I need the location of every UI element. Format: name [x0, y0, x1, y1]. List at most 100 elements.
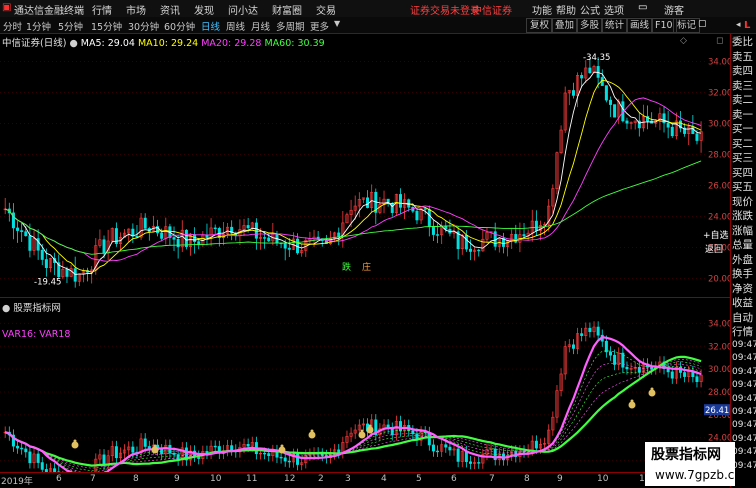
- window-controls-icon[interactable]: ▭: [638, 2, 647, 13]
- candle-body: [671, 127, 673, 136]
- guest-user[interactable]: 游客: [664, 2, 684, 17]
- draw-line-button[interactable]: 画线: [626, 18, 653, 33]
- tf-daily[interactable]: 日线: [201, 19, 220, 33]
- adjust-rights-button[interactable]: 复权: [526, 18, 553, 33]
- candle-body: [597, 327, 599, 335]
- candle-body: [230, 446, 232, 450]
- candle-body: [247, 225, 249, 227]
- tf-5min[interactable]: 5分钟: [58, 19, 83, 33]
- candle-body: [515, 234, 517, 242]
- candle-body: [20, 448, 22, 449]
- signal-label: 庄: [362, 261, 371, 273]
- x-tick-label: 9: [174, 474, 180, 484]
- panel-corner-label: L: [744, 20, 750, 31]
- diamond-icon[interactable]: ◇: [680, 36, 687, 46]
- tf-60min[interactable]: 60分钟: [164, 19, 195, 33]
- login-status[interactable]: 证券交易未登录: [410, 2, 480, 17]
- indicator-chart[interactable]: 34.0032.0030.0028.0026.0024.0022.0026.41: [0, 312, 730, 472]
- x-tick-label: 12: [284, 474, 295, 484]
- overlay-button[interactable]: 叠加: [551, 18, 578, 33]
- tf-weekly[interactable]: 周线: [226, 19, 245, 33]
- menu-help[interactable]: 帮助: [556, 2, 576, 17]
- candle-body: [457, 449, 459, 462]
- candle-body: [535, 221, 537, 231]
- price-chart[interactable]: 34.0032.0030.0028.0026.0024.0022.0020.00…: [0, 46, 730, 294]
- ma20-line: [5, 98, 701, 261]
- broker-name[interactable]: 中信证券: [472, 2, 512, 17]
- candle-body: [589, 328, 591, 332]
- self-select-button[interactable]: +自选: [703, 228, 729, 241]
- x-tick-label: 7: [90, 474, 96, 484]
- y-tick-label: 28.00: [708, 388, 730, 398]
- menu-market[interactable]: 市场: [126, 2, 146, 17]
- watermark-url: www.7gpzb.com: [655, 468, 753, 482]
- corner-square-icon[interactable]: ◻: [716, 36, 723, 46]
- x-tick-label: 8: [133, 474, 139, 484]
- multi-stock-button[interactable]: 多股: [576, 18, 603, 33]
- candle-body: [449, 447, 451, 450]
- menu-options[interactable]: 选项: [604, 2, 624, 17]
- tf-multi-period[interactable]: 多周期: [276, 19, 305, 33]
- expand-icon[interactable]: ▢: [698, 19, 707, 29]
- candle-body: [696, 377, 698, 382]
- candle-body: [132, 447, 134, 452]
- x-tick-label: 3: [345, 474, 351, 484]
- tf-more[interactable]: 更多: [310, 19, 329, 33]
- candle-body: [572, 90, 574, 95]
- quote-field-label: 委比: [732, 34, 756, 49]
- x-tick-label: 2019年: [1, 474, 33, 487]
- menu-quotes[interactable]: 行情: [92, 2, 112, 17]
- candle-body: [173, 453, 175, 454]
- x-tick-label: 8: [524, 474, 530, 484]
- candle-body: [580, 75, 582, 78]
- candle-body: [478, 462, 480, 463]
- x-tick-label: 7: [489, 474, 495, 484]
- candle-body: [160, 233, 162, 239]
- candle-body: [597, 66, 599, 77]
- menu-trade[interactable]: 交易: [316, 2, 336, 17]
- quote-field-label: 涨幅: [732, 223, 756, 238]
- candle-body: [436, 451, 438, 452]
- band-line: [5, 362, 701, 471]
- tf-1min[interactable]: 1分钟: [26, 19, 51, 33]
- tf-intraday[interactable]: 分时: [3, 19, 22, 33]
- candle-body: [613, 105, 615, 118]
- candle-body: [683, 372, 685, 376]
- signal-label: 跌: [342, 262, 351, 273]
- menu-bar: ▣ 通达信金融终端 行情 市场 资讯 发现 问小达 财富圈 交易 证券交易未登录…: [0, 0, 756, 18]
- mark-button[interactable]: 标记: [673, 18, 700, 33]
- candle-body: [144, 439, 146, 447]
- menu-ask-xiaoda[interactable]: 问小达: [228, 2, 258, 17]
- candle-body: [29, 236, 31, 251]
- menu-function[interactable]: 功能: [532, 2, 552, 17]
- chevron-down-icon[interactable]: ▼: [334, 19, 340, 28]
- menu-discover[interactable]: 发现: [194, 2, 214, 17]
- candle-body: [173, 238, 175, 240]
- menu-wealth-circle[interactable]: 财富圈: [272, 2, 302, 17]
- candle-body: [609, 100, 611, 104]
- menu-formula[interactable]: 公式: [580, 2, 600, 17]
- tick-time: 09:47: [732, 394, 756, 404]
- candle-body: [25, 449, 27, 452]
- tf-15min[interactable]: 15分钟: [91, 19, 122, 33]
- candle-body: [391, 204, 393, 213]
- menu-news[interactable]: 资讯: [160, 2, 180, 17]
- candle-body: [424, 209, 426, 210]
- x-tick-label: 2: [318, 474, 324, 484]
- back-button[interactable]: 返回: [705, 242, 723, 255]
- candle-body: [436, 235, 438, 236]
- y-tick-label: 20.00: [708, 275, 730, 285]
- tf-30min[interactable]: 30分钟: [128, 19, 159, 33]
- panel-left-arrow-icon[interactable]: ◂: [736, 20, 741, 30]
- quote-field-label: 买二: [732, 136, 756, 151]
- statistics-button[interactable]: 统计: [601, 18, 628, 33]
- candle-body: [667, 123, 669, 127]
- quote-field-label: 行情: [732, 324, 756, 339]
- candle-body: [589, 68, 591, 73]
- candle-body: [523, 235, 525, 236]
- candle-body: [338, 233, 340, 237]
- tf-monthly[interactable]: 月线: [251, 19, 270, 33]
- candle-body: [45, 260, 47, 268]
- candle-body: [284, 244, 286, 248]
- candle-body: [399, 194, 401, 207]
